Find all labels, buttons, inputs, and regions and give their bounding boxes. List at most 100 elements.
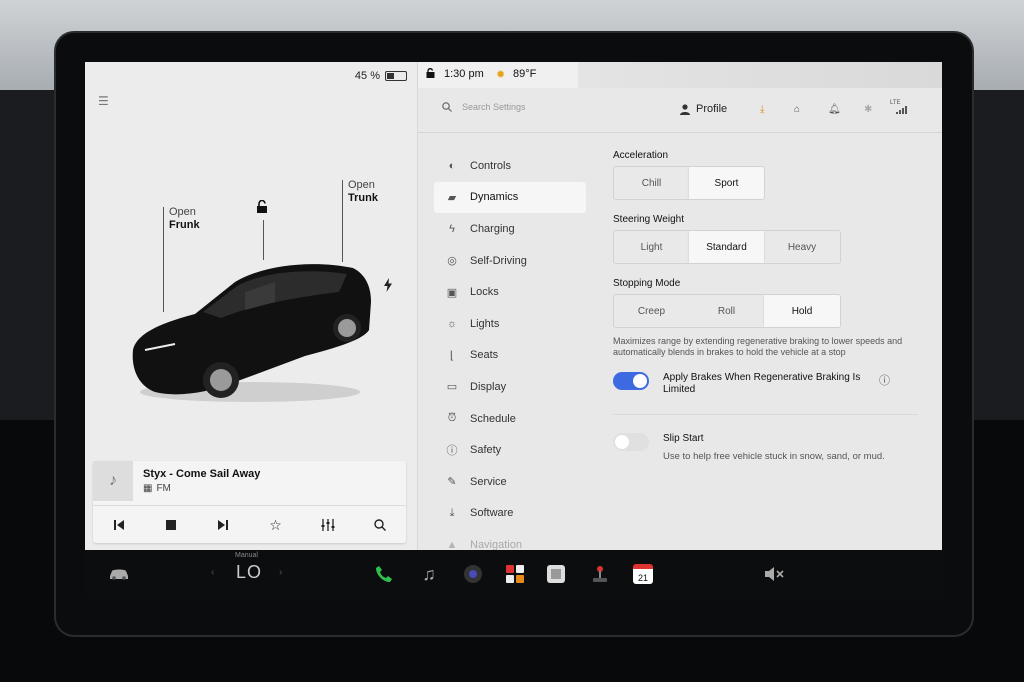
trunk-line2: Trunk (348, 192, 378, 204)
section-divider (613, 414, 918, 415)
nav-item-service[interactable]: ✎ Service (434, 466, 586, 498)
radio-icon: ▦ (143, 483, 153, 494)
steering-wheel-icon: ◎ (447, 255, 457, 268)
temp-up-icon[interactable]: › (279, 567, 282, 578)
download-icon[interactable]: ⤓ (760, 104, 764, 115)
phone-icon[interactable] (372, 562, 396, 586)
app-launcher-icon[interactable] (503, 562, 527, 586)
now-playing-source: ▦ FM (143, 483, 171, 494)
music-note-icon: ♪ (93, 461, 133, 501)
temp-down-icon[interactable]: ‹ (211, 567, 214, 578)
lock-status-icon[interactable] (426, 68, 435, 81)
search-icon (442, 102, 452, 112)
search-input[interactable]: Search Settings (462, 102, 526, 112)
slip-start-setting: Slip Start Use to help free vehicle stuc… (613, 433, 918, 462)
download-icon: ⤓ (449, 506, 455, 519)
navigation-icon: ▲ (446, 538, 458, 550)
nav-item-label: Display (470, 380, 507, 393)
charge-port-icon[interactable] (383, 278, 393, 297)
search-icon[interactable] (370, 515, 390, 535)
open-frunk-button[interactable]: Open Frunk (169, 206, 200, 232)
car-icon[interactable] (107, 562, 131, 586)
nav-item-charging[interactable]: ϟ Charging (434, 213, 586, 245)
bluetooth-icon[interactable]: ✱ (864, 104, 872, 115)
climate-mode-label: Manual (235, 552, 258, 559)
settings-header: Search Settings Profile ⤓ ⌂ 🔔︎ ✱ LTE (418, 88, 942, 133)
slip-start-description: Use to help free vehicle stuck in snow, … (663, 451, 885, 462)
bottom-dock: ‹ Manual LO › ♫ 21 (85, 550, 942, 598)
signal-icon (896, 106, 908, 117)
touchscreen: 45 % ☰ Open Frunk Open Trunk ♪ Styx - Co… (85, 62, 942, 550)
equalizer-icon[interactable] (318, 515, 338, 535)
music-icon[interactable]: ♫ (417, 562, 441, 586)
climate-temperature[interactable]: LO (236, 562, 262, 583)
stopping-option-roll[interactable]: Roll (689, 295, 764, 327)
nav-item-display[interactable]: ▭ Display (434, 371, 586, 403)
steering-weight-label: Steering Weight (613, 214, 684, 225)
unlocked-icon[interactable] (255, 199, 269, 219)
nav-item-label: Locks (470, 286, 499, 299)
profile-button[interactable]: Profile (680, 103, 727, 115)
media-controls: ☆ (93, 505, 406, 544)
nav-item-label: Dynamics (470, 191, 519, 204)
stopping-option-hold[interactable]: Hold (764, 295, 840, 327)
steering-option-standard[interactable]: Standard (689, 231, 764, 263)
nav-item-label: Self-Driving (470, 254, 527, 267)
settings-panel: 1:30 pm ✹ 89°F Search Settings Profile ⤓… (418, 62, 942, 550)
nav-item-locks[interactable]: ▣ Locks (434, 276, 586, 308)
open-trunk-button[interactable]: Open Trunk (348, 179, 378, 205)
homelink-icon[interactable]: ⌂ (794, 104, 800, 115)
acceleration-option-chill[interactable]: Chill (614, 167, 689, 199)
card-view-icon[interactable]: ☰ (98, 94, 109, 108)
previous-track-icon[interactable] (109, 515, 129, 535)
nav-item-software[interactable]: ⤓ Software (434, 498, 586, 530)
nav-item-label: Lights (470, 317, 500, 330)
nav-item-safety[interactable]: ⓘ Safety (434, 434, 586, 466)
nav-item-label: Charging (470, 222, 515, 235)
nav-item-self-driving[interactable]: ◎ Self-Driving (434, 245, 586, 277)
steering-option-light[interactable]: Light (614, 231, 689, 263)
trunk-callout-line (342, 180, 343, 262)
favorite-star-icon[interactable]: ☆ (266, 515, 286, 535)
bolt-icon: ϟ (449, 222, 455, 235)
camera-icon[interactable] (461, 562, 485, 586)
volume-muted-icon[interactable] (763, 562, 787, 586)
nav-item-label: Navigation (470, 538, 522, 550)
steering-option-heavy[interactable]: Heavy (764, 231, 840, 263)
alarm-icon: ⏰︎ (447, 412, 457, 425)
stop-icon[interactable] (161, 515, 181, 535)
nav-item-dynamics[interactable]: ▰ Dynamics (434, 181, 586, 214)
nav-item-navigation[interactable]: ▲ Navigation (434, 529, 586, 550)
calendar-icon[interactable]: 21 (631, 562, 655, 586)
car-panel: 45 % ☰ Open Frunk Open Trunk ♪ Styx - Co… (85, 62, 418, 550)
trunk-line1: Open (348, 179, 375, 191)
toybox-icon[interactable] (544, 562, 568, 586)
status-bar: 1:30 pm ✹ 89°F (418, 62, 942, 88)
now-playing-title: Styx - Come Sail Away (143, 468, 261, 480)
acceleration-selector: Chill Sport (613, 166, 765, 200)
slip-start-text: Slip Start Use to help free vehicle stuc… (663, 433, 885, 462)
search-settings[interactable]: Search Settings (442, 102, 526, 112)
stopping-option-creep[interactable]: Creep (614, 295, 689, 327)
nav-item-label: Seats (470, 349, 499, 362)
notification-bell-icon[interactable]: 🔔︎ (828, 104, 841, 115)
slip-start-toggle[interactable] (613, 433, 649, 451)
next-track-icon[interactable] (213, 515, 233, 535)
stopping-mode-selector: Creep Roll Hold (613, 294, 841, 328)
light-icon: ☼ (446, 317, 458, 330)
dynamics-settings: Acceleration Chill Sport Steering Weight… (613, 150, 918, 462)
battery-percent: 45 % (354, 70, 380, 82)
nav-item-schedule[interactable]: ⏰︎ Schedule (434, 403, 586, 435)
source-label: FM (156, 483, 171, 494)
joystick-icon[interactable] (588, 562, 612, 586)
acceleration-option-sport[interactable]: Sport (689, 167, 764, 199)
settings-nav: ◐ Controls ▰ Dynamics ϟ Charging ◎ Self-Driv… (434, 150, 586, 550)
nav-item-seats[interactable]: ⌊ Seats (434, 340, 586, 372)
nav-item-controls[interactable]: ◐ Controls (434, 150, 586, 182)
apply-brakes-toggle[interactable] (613, 372, 649, 390)
nav-item-label: Safety (470, 444, 502, 457)
media-player: ♪ Styx - Come Sail Away ▦ FM ☆ (93, 461, 406, 543)
acceleration-label: Acceleration (613, 150, 669, 161)
info-icon[interactable]: ⓘ (879, 372, 890, 388)
nav-item-lights[interactable]: ☼ Lights (434, 308, 586, 340)
